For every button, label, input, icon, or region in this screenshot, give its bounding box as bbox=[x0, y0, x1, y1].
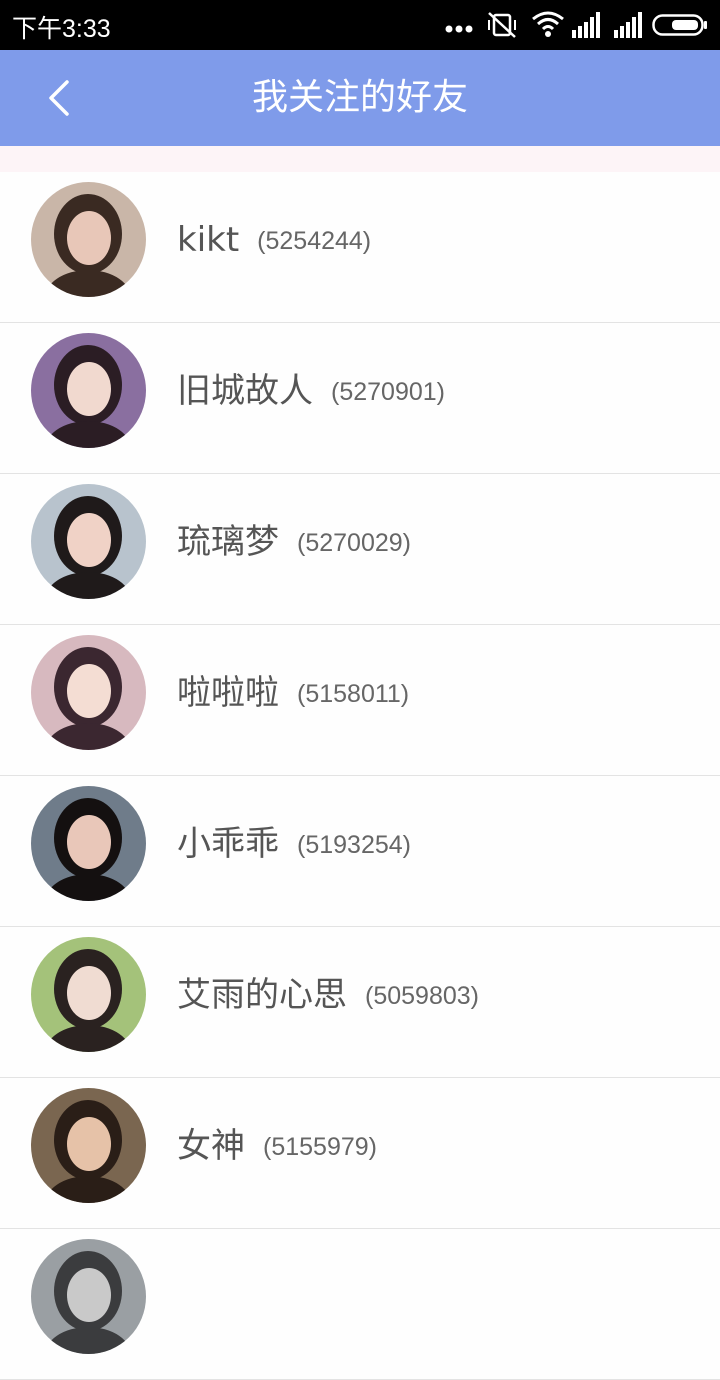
page-title: 我关注的好友 bbox=[251, 77, 468, 118]
friend-id: (5254244) bbox=[257, 227, 372, 255]
friend-row[interactable]: 啦啦啦 (5158011) bbox=[0, 625, 720, 776]
status-time: 下午3:33 bbox=[12, 15, 111, 43]
friend-id: (5270029) bbox=[297, 529, 411, 557]
avatar[interactable] bbox=[31, 1239, 146, 1354]
signal-icon bbox=[614, 12, 642, 38]
friend-id: (5193254) bbox=[297, 831, 411, 859]
friend-name-text: 女神 bbox=[177, 1126, 245, 1166]
friend-row[interactable] bbox=[0, 1229, 720, 1380]
friend-list: kikt (5254244) 旧城故人 (5270901) 琉璃梦 (5270029) 啦啦… bbox=[0, 172, 720, 1380]
friend-id: (5270901) bbox=[331, 378, 445, 406]
avatar[interactable] bbox=[31, 1088, 146, 1203]
friend-name bbox=[177, 1277, 195, 1318]
avatar[interactable] bbox=[31, 937, 146, 1052]
friend-name: 啦啦啦 (5158011) bbox=[177, 673, 409, 714]
friend-name-text: 啦啦啦 bbox=[177, 673, 279, 713]
friend-row[interactable]: kikt (5254244) bbox=[0, 172, 720, 323]
friend-id: (5059803) bbox=[365, 982, 479, 1010]
friend-name-text: 琉璃梦 bbox=[177, 522, 279, 562]
friend-name: 旧城故人 (5270901) bbox=[177, 371, 445, 412]
friend-name-text: kikt bbox=[177, 220, 240, 260]
friend-row[interactable]: 艾雨的心思 (5059803) bbox=[0, 927, 720, 1078]
more-dots-icon bbox=[445, 25, 473, 33]
friend-row[interactable]: 琉璃梦 (5270029) bbox=[0, 474, 720, 625]
friend-row[interactable]: 旧城故人 (5270901) bbox=[0, 323, 720, 474]
friend-name: 小乖乖 (5193254) bbox=[177, 824, 411, 865]
friend-id: (5155979) bbox=[263, 1133, 377, 1161]
friend-id: (5158011) bbox=[297, 680, 410, 708]
friend-name-text: 小乖乖 bbox=[177, 824, 279, 864]
friend-name: 女神 (5155979) bbox=[177, 1126, 377, 1167]
battery-icon bbox=[652, 14, 707, 36]
friend-name: 琉璃梦 (5270029) bbox=[177, 522, 411, 563]
friend-row[interactable]: 小乖乖 (5193254) bbox=[0, 776, 720, 927]
friend-name: 艾雨的心思 (5059803) bbox=[177, 975, 479, 1016]
friend-row[interactable]: 女神 (5155979) bbox=[0, 1078, 720, 1229]
avatar[interactable] bbox=[31, 484, 146, 599]
vibrate-off-icon bbox=[488, 12, 516, 38]
wifi-icon bbox=[532, 11, 564, 37]
avatar[interactable] bbox=[31, 333, 146, 448]
friend-name: kikt (5254244) bbox=[177, 220, 371, 261]
friend-name-text: 旧城故人 bbox=[177, 371, 313, 411]
avatar[interactable] bbox=[31, 635, 146, 750]
signal-icon bbox=[572, 12, 600, 38]
avatar[interactable] bbox=[31, 182, 146, 297]
avatar[interactable] bbox=[31, 786, 146, 901]
app-header: 我关注的好友 bbox=[0, 50, 720, 146]
status-bar: 下午3:33 bbox=[0, 0, 720, 50]
header-separator bbox=[0, 146, 720, 172]
friend-name-text: 艾雨的心思 bbox=[177, 975, 347, 1015]
